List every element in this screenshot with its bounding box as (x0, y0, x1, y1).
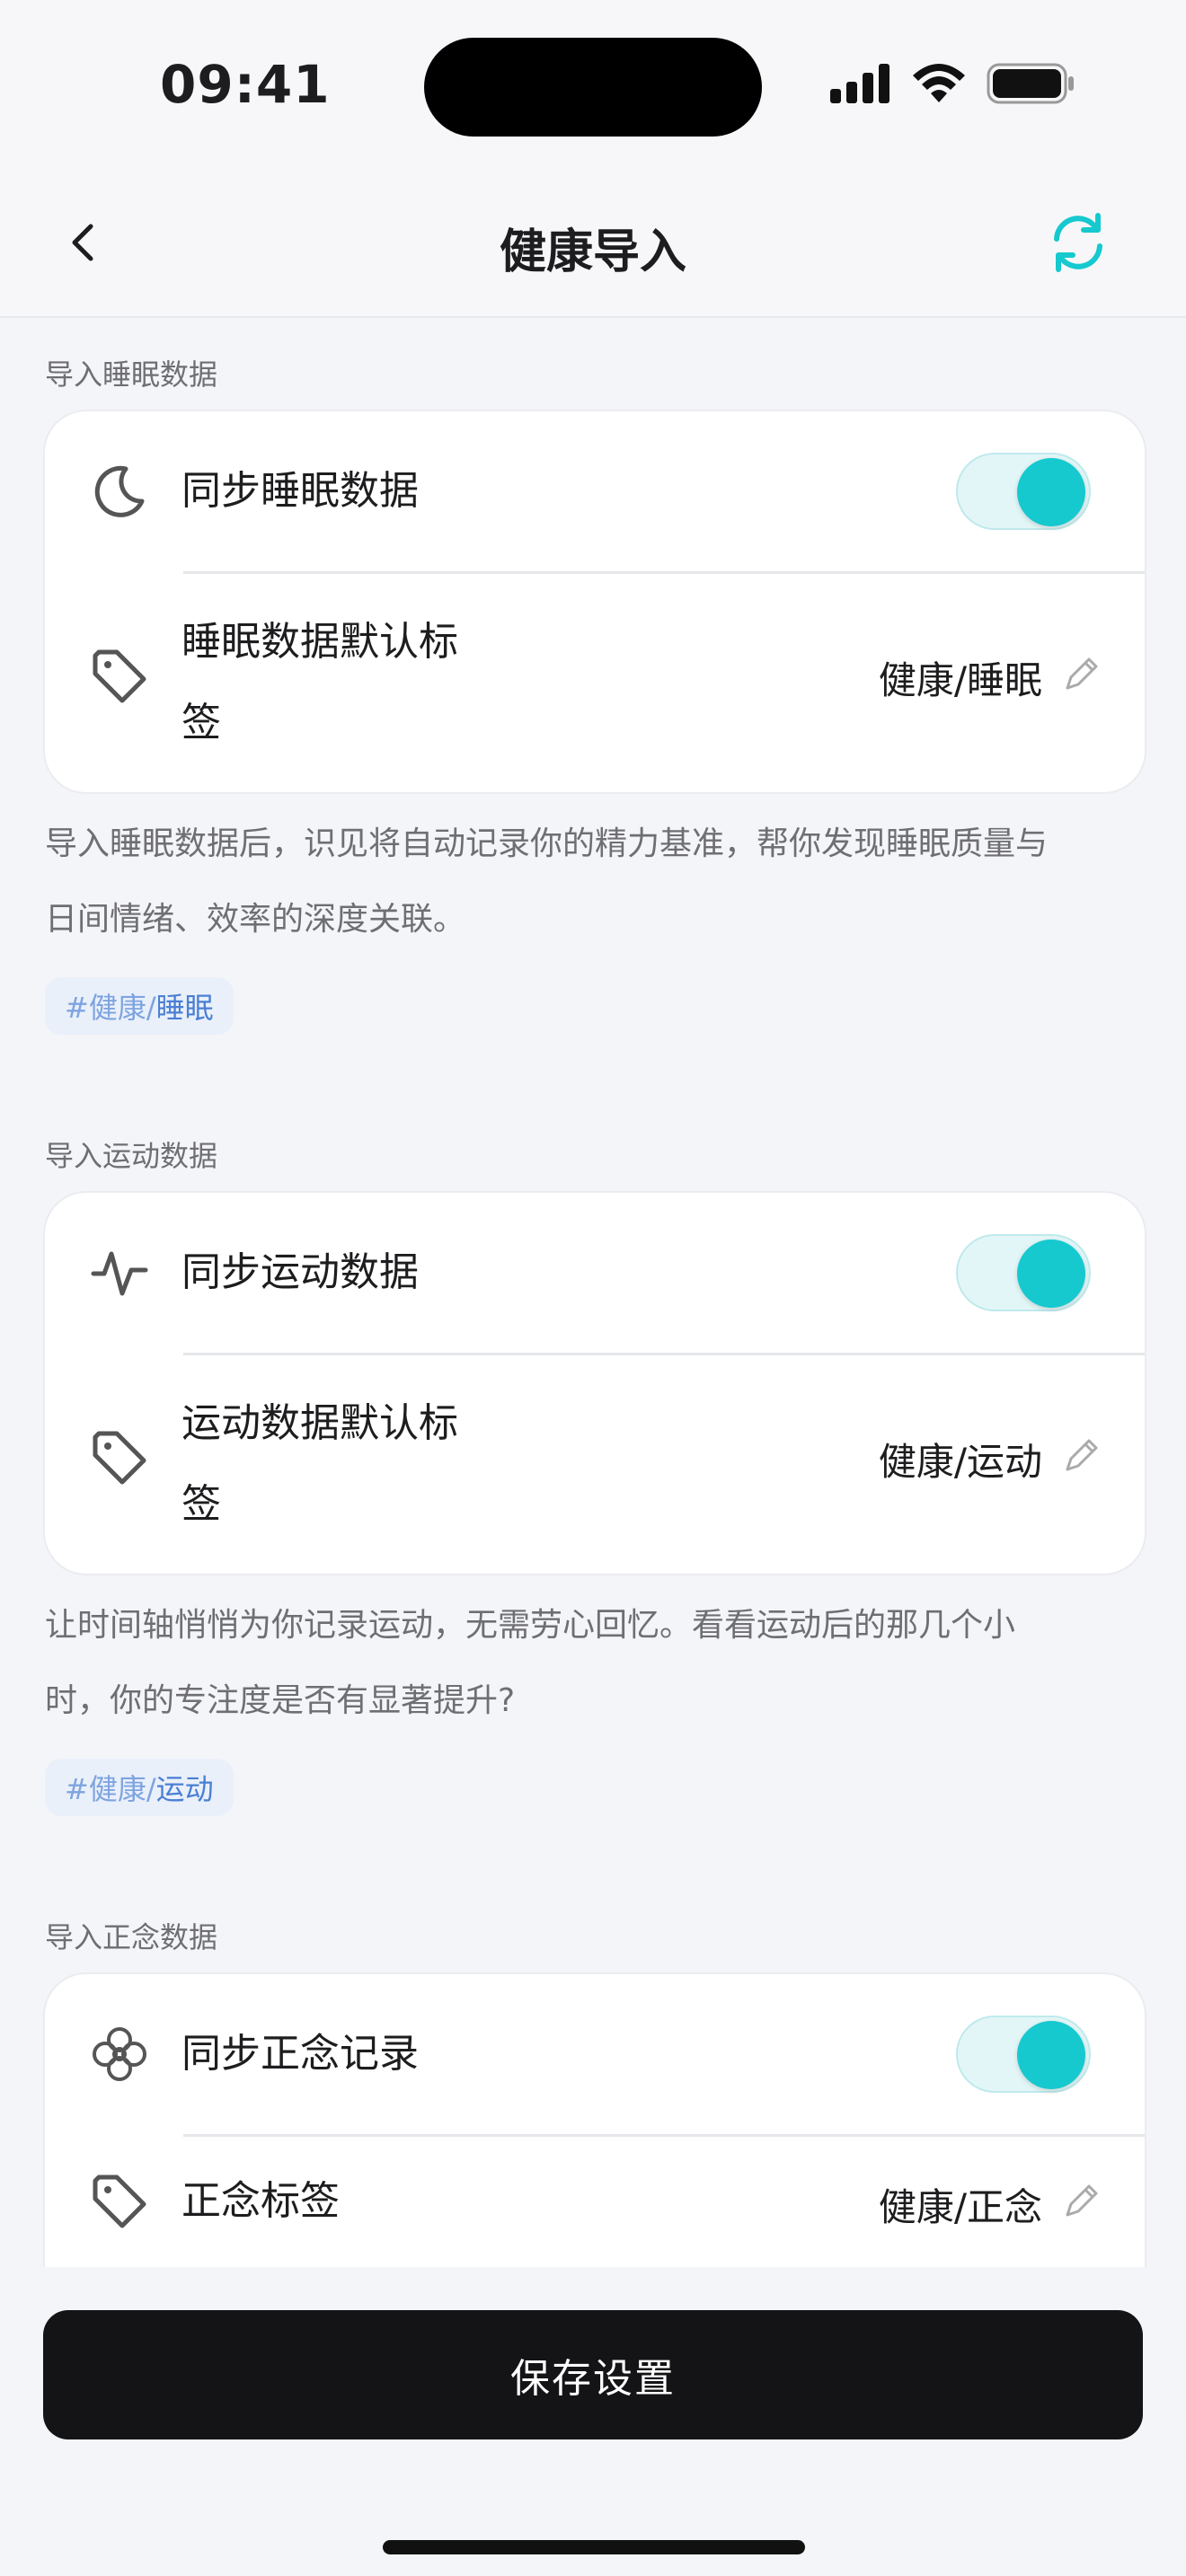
exercise-description-line1: 让时间轴悄悄为你记录运动，无需劳心回忆。看看运动后的那几个小 (45, 1607, 1016, 1644)
section-label-sleep: 导入睡眠数据 (45, 357, 218, 392)
sleep-tag-value[interactable]: 健康/睡眠 (879, 650, 1042, 705)
status-icons (830, 63, 1076, 104)
chip-suffix: 睡眠 (155, 991, 214, 1025)
sync-mindfulness-label: 同步正念记录 (181, 2031, 419, 2077)
exercise-tag-label-line1: 运动数据默认标 (181, 1400, 458, 1446)
toggle-knob (1017, 458, 1085, 526)
tag-icon (93, 1431, 146, 1485)
dynamic-island (424, 38, 762, 137)
sync-sleep-toggle[interactable] (956, 453, 1091, 530)
page-title: 健康导入 (499, 225, 686, 279)
status-time: 09:41 (160, 54, 331, 115)
refresh-icon[interactable] (1044, 208, 1112, 277)
sleep-description-line2: 日间情绪、效率的深度关联。 (45, 901, 466, 938)
row-divider (183, 2134, 1145, 2137)
sleep-tag-chip[interactable]: #健康/睡眠 (45, 977, 234, 1035)
tag-icon (93, 649, 146, 703)
sync-exercise-label: 同步运动数据 (181, 1249, 419, 1295)
tag-icon (93, 2175, 146, 2228)
mindfulness-settings-card: 同步正念记录 正念标签 健康/正念 (43, 1972, 1146, 2267)
chip-prefix: #健康/ (65, 1772, 156, 1806)
sync-sleep-label: 同步睡眠数据 (181, 468, 419, 514)
section-label-exercise: 导入运动数据 (45, 1139, 218, 1173)
nav-bar: 健康导入 (0, 171, 1186, 318)
exercise-settings-card: 同步运动数据 运动数据默认标 签 健康/运动 (43, 1191, 1146, 1575)
moon-icon (94, 465, 145, 517)
home-indicator (383, 2540, 805, 2554)
exercise-description-line2: 时，你的专注度是否有显著提升? (45, 1682, 516, 1719)
exercise-tag-chip[interactable]: #健康/运动 (45, 1759, 234, 1816)
battery-icon (987, 63, 1074, 104)
mindfulness-tag-value[interactable]: 健康/正念 (879, 2177, 1042, 2232)
exercise-tag-label-line2: 签 (181, 1481, 221, 1527)
sync-mindfulness-toggle[interactable] (956, 2016, 1091, 2093)
sleep-tag-label-line1: 睡眠数据默认标 (181, 619, 458, 665)
pencil-icon[interactable] (1062, 1435, 1102, 1475)
chip-prefix: #健康/ (65, 991, 156, 1025)
mindfulness-tag-label: 正念标签 (181, 2178, 340, 2224)
settings-content[interactable]: 导入睡眠数据 同步睡眠数据 睡眠数据默认标 签 健康/睡眠 导入睡眠数据后，识见… (0, 318, 1186, 2267)
chip-suffix: 运动 (155, 1772, 214, 1806)
wifi-icon (913, 64, 965, 102)
cellular-signal-icon (830, 64, 890, 103)
pencil-icon[interactable] (1062, 2181, 1102, 2220)
pencil-icon[interactable] (1062, 654, 1102, 693)
sleep-tag-label-line2: 签 (181, 700, 221, 745)
status-bar: 09:41 (0, 0, 1186, 171)
save-settings-button[interactable]: 保存设置 (43, 2310, 1143, 2439)
sync-exercise-toggle[interactable] (956, 1234, 1091, 1311)
toggle-knob (1017, 1239, 1085, 1308)
sleep-settings-card: 同步睡眠数据 睡眠数据默认标 签 健康/睡眠 (43, 410, 1146, 794)
toggle-knob (1017, 2021, 1085, 2089)
exercise-tag-value[interactable]: 健康/运动 (879, 1432, 1042, 1486)
activity-pulse-icon (91, 1251, 148, 1296)
row-divider (183, 571, 1145, 574)
sleep-description-line1: 导入睡眠数据后，识见将自动记录你的精力基准，帮你发现睡眠质量与 (45, 825, 1049, 862)
section-label-mindfulness: 导入正念数据 (45, 1920, 218, 1954)
row-divider (183, 1353, 1145, 1355)
flower-icon (93, 2027, 146, 2081)
